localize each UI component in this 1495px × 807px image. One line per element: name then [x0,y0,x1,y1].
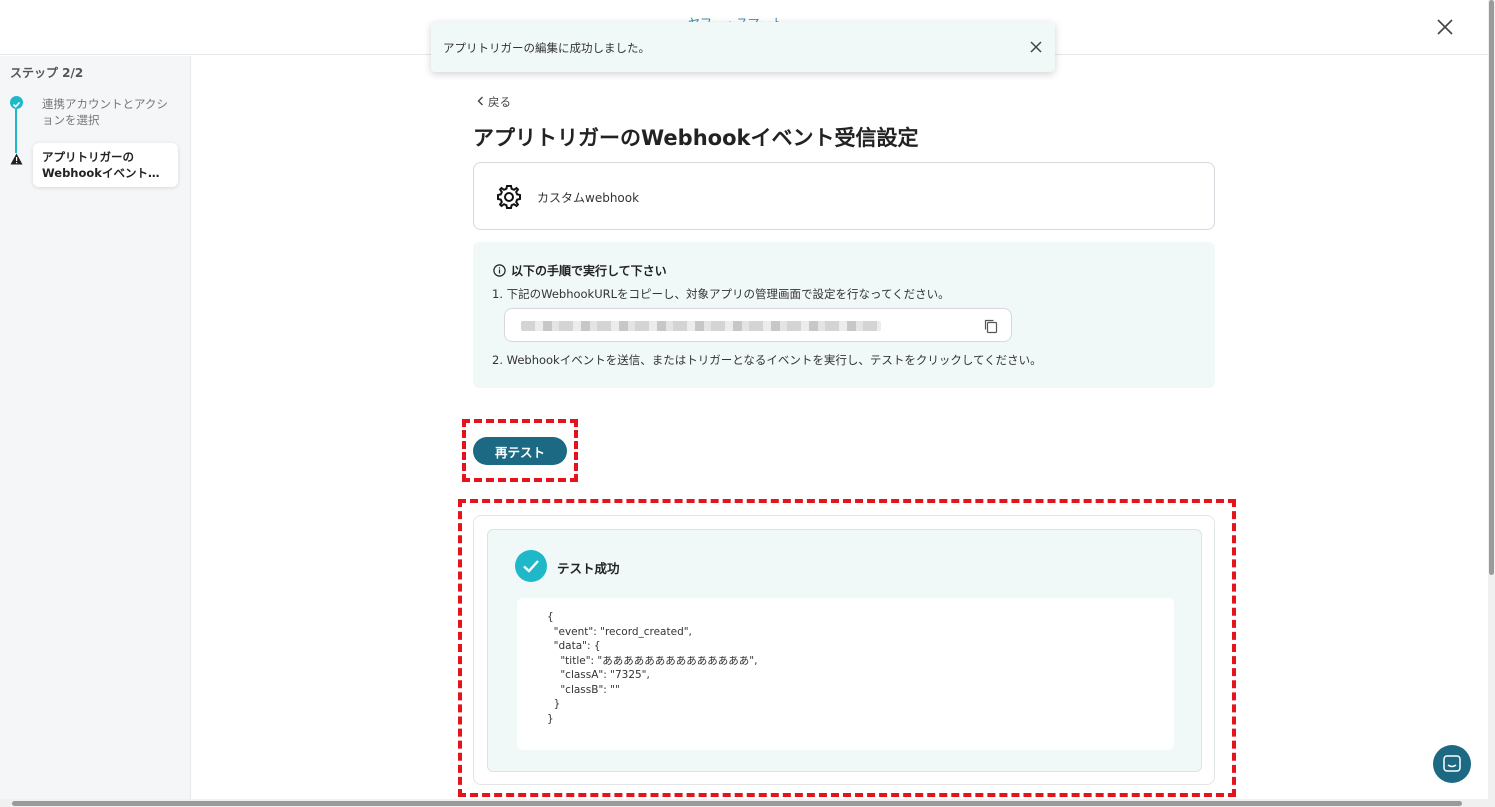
warning-icon [10,153,23,165]
step-complete-icon [10,96,23,109]
gear-icon [497,185,521,209]
app-name: カスタムwebhook [537,191,640,205]
instruction-step-1: 1. 下記のWebhookURLをコピーし、対象アプリの管理画面で設定を行なって… [492,287,950,301]
json-line: "title": "ああああああああああああああ", [547,654,758,667]
json-line: "classB": "" [547,683,620,696]
success-toast: アプリトリガーの編集に成功しました。 [431,22,1055,72]
back-label: 戻る [488,95,511,109]
back-link[interactable]: 戻る [477,94,511,110]
test-result-panel: テスト成功 { "event": "record_created", "data… [473,515,1215,785]
json-line: } [547,712,554,725]
instructions-heading-text: 以下の手順で実行して下さい [511,264,667,278]
test-status: テスト成功 [557,561,620,576]
close-icon[interactable] [1434,16,1456,38]
close-icon[interactable] [1029,40,1043,54]
copy-icon[interactable] [983,318,999,334]
test-result-inner: テスト成功 { "event": "record_created", "data… [487,529,1202,772]
info-icon [493,264,506,277]
chat-button[interactable] [1433,745,1471,783]
sidebar-step-1-label[interactable]: 連携アカウントとアクションを選択 [42,96,177,128]
step-count: ステップ 2/2 [10,66,84,80]
app-card: カスタムwebhook [473,162,1215,230]
sidebar-step-2[interactable]: アプリトリガーの Webhookイベント受信... [33,143,178,187]
webhook-url-field[interactable] [504,308,1012,342]
json-line: "data": { [547,640,601,652]
instructions-heading: 以下の手順で実行して下さい [493,262,667,279]
json-line: "classA": "7325", [547,669,650,681]
instruction-step-2: 2. Webhookイベントを送信、またはトリガーとなるイベントを実行し、テスト… [492,353,1042,367]
json-output: { "event": "record_created", "data": { "… [517,598,1174,750]
retest-button[interactable]: 再テスト [473,437,567,465]
sidebar: ステップ 2/2 連携アカウントとアクションを選択 アプリトリガーの Webho… [0,56,191,801]
page-title: アプリトリガーのWebhookイベント受信設定 [473,126,919,150]
webhook-url-redacted [521,321,881,331]
vertical-scrollbar-thumb[interactable] [1489,0,1494,575]
sidebar-step-2-line2: Webhookイベント受信... [42,166,169,180]
sidebar-step-2-line1: アプリトリガーの [42,150,134,164]
json-line: { [547,611,554,623]
json-line: } [547,698,561,710]
json-line: "event": "record_created", [547,625,692,638]
toast-message: アプリトリガーの編集に成功しました。 [443,41,650,55]
step-connector [15,109,17,153]
check-icon [515,550,547,582]
instructions-box: 以下の手順で実行して下さい 1. 下記のWebhookURLをコピーし、対象アプ… [473,242,1215,388]
horizontal-scrollbar-thumb[interactable] [12,801,1462,806]
chevron-left-icon [477,95,484,109]
chat-icon [1443,755,1461,772]
